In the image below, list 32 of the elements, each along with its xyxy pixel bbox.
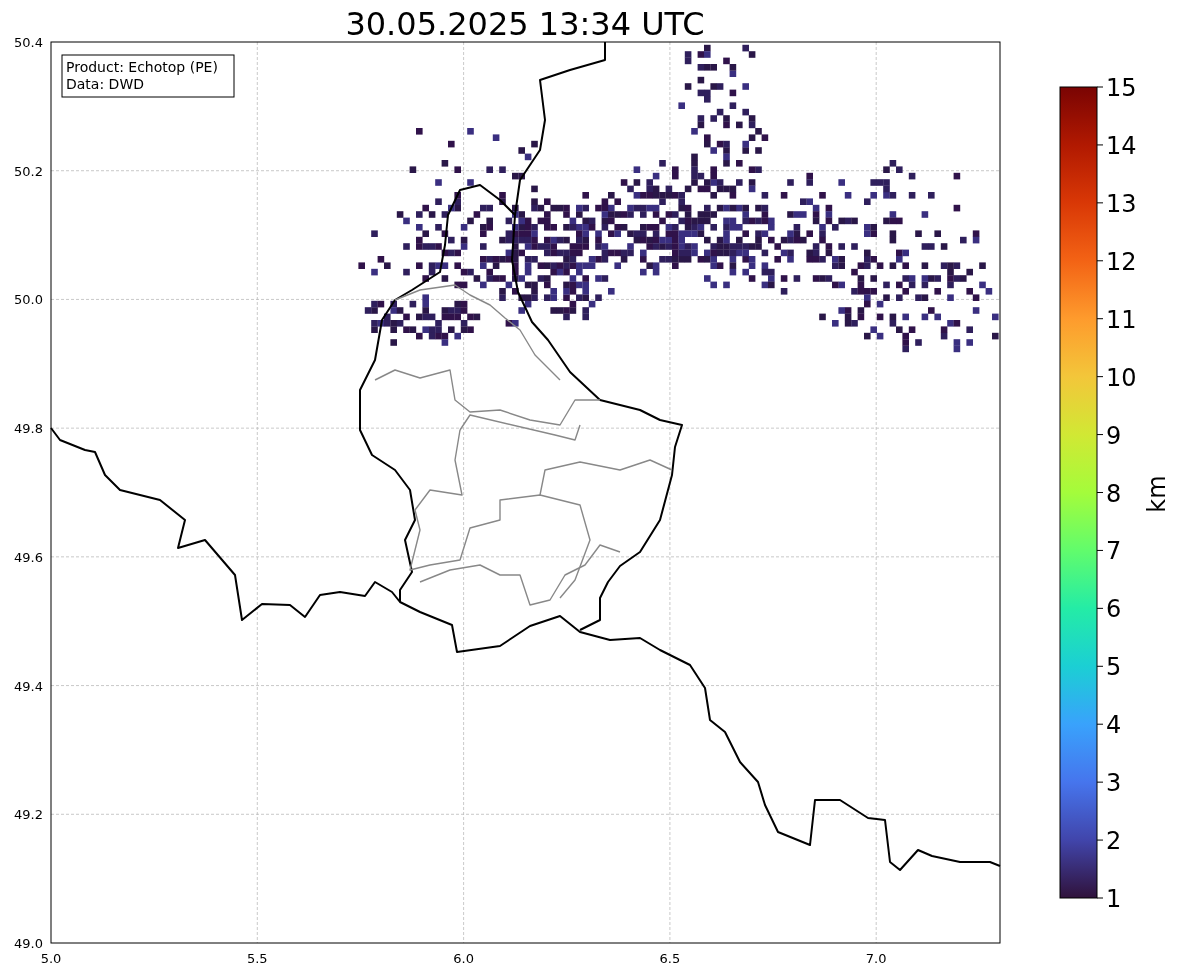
colorbar-tick-label: 4 — [1106, 711, 1122, 740]
colorbar-tick-label: 12 — [1106, 247, 1137, 276]
colorbar-tick-label: 1 — [1106, 885, 1122, 913]
y-tick-label: 50.2 — [14, 163, 43, 179]
colorbar-tick-label: 6 — [1106, 595, 1122, 624]
x-tick-label: 5.5 — [246, 951, 268, 966]
colorbar-label: km — [1143, 475, 1171, 513]
colorbar-tick-label: 15 — [1106, 74, 1137, 102]
y-tick-label: 49.6 — [14, 549, 43, 565]
colorbar-tick-label: 8 — [1106, 479, 1122, 508]
y-tick-label: 49.4 — [14, 678, 43, 694]
colorbar-tick-label: 9 — [1106, 421, 1122, 450]
y-tick-label: 50.0 — [14, 292, 43, 308]
x-tick-label: 6.0 — [453, 951, 474, 966]
colorbar-tick-label: 7 — [1106, 537, 1122, 566]
x-tick-label: 6.5 — [659, 951, 681, 966]
info-text: Data: DWD — [66, 76, 144, 92]
y-tick-label: 50.4 — [14, 35, 43, 50]
colorbar-tick-label: 11 — [1106, 305, 1137, 334]
x-tick-label: 7.0 — [865, 951, 887, 966]
x-tick-label: 5.0 — [40, 951, 62, 966]
y-tick-label: 49.8 — [14, 421, 43, 437]
y-tick-label: 49.2 — [14, 807, 43, 823]
colorbar-tick-label: 3 — [1106, 769, 1122, 798]
info-text: Product: Echotop (PE) — [66, 59, 218, 75]
y-tick-label: 49.0 — [14, 936, 43, 951]
colorbar-tick-label: 2 — [1106, 827, 1122, 856]
colorbar-tick-label: 10 — [1106, 363, 1137, 392]
colorbar-tick-label: 5 — [1106, 653, 1122, 682]
colorbar-tick-label: 14 — [1106, 131, 1137, 160]
chart-title: 30.05.2025 13:34 UTC — [345, 5, 705, 43]
colorbar-tick-label: 13 — [1106, 189, 1137, 218]
